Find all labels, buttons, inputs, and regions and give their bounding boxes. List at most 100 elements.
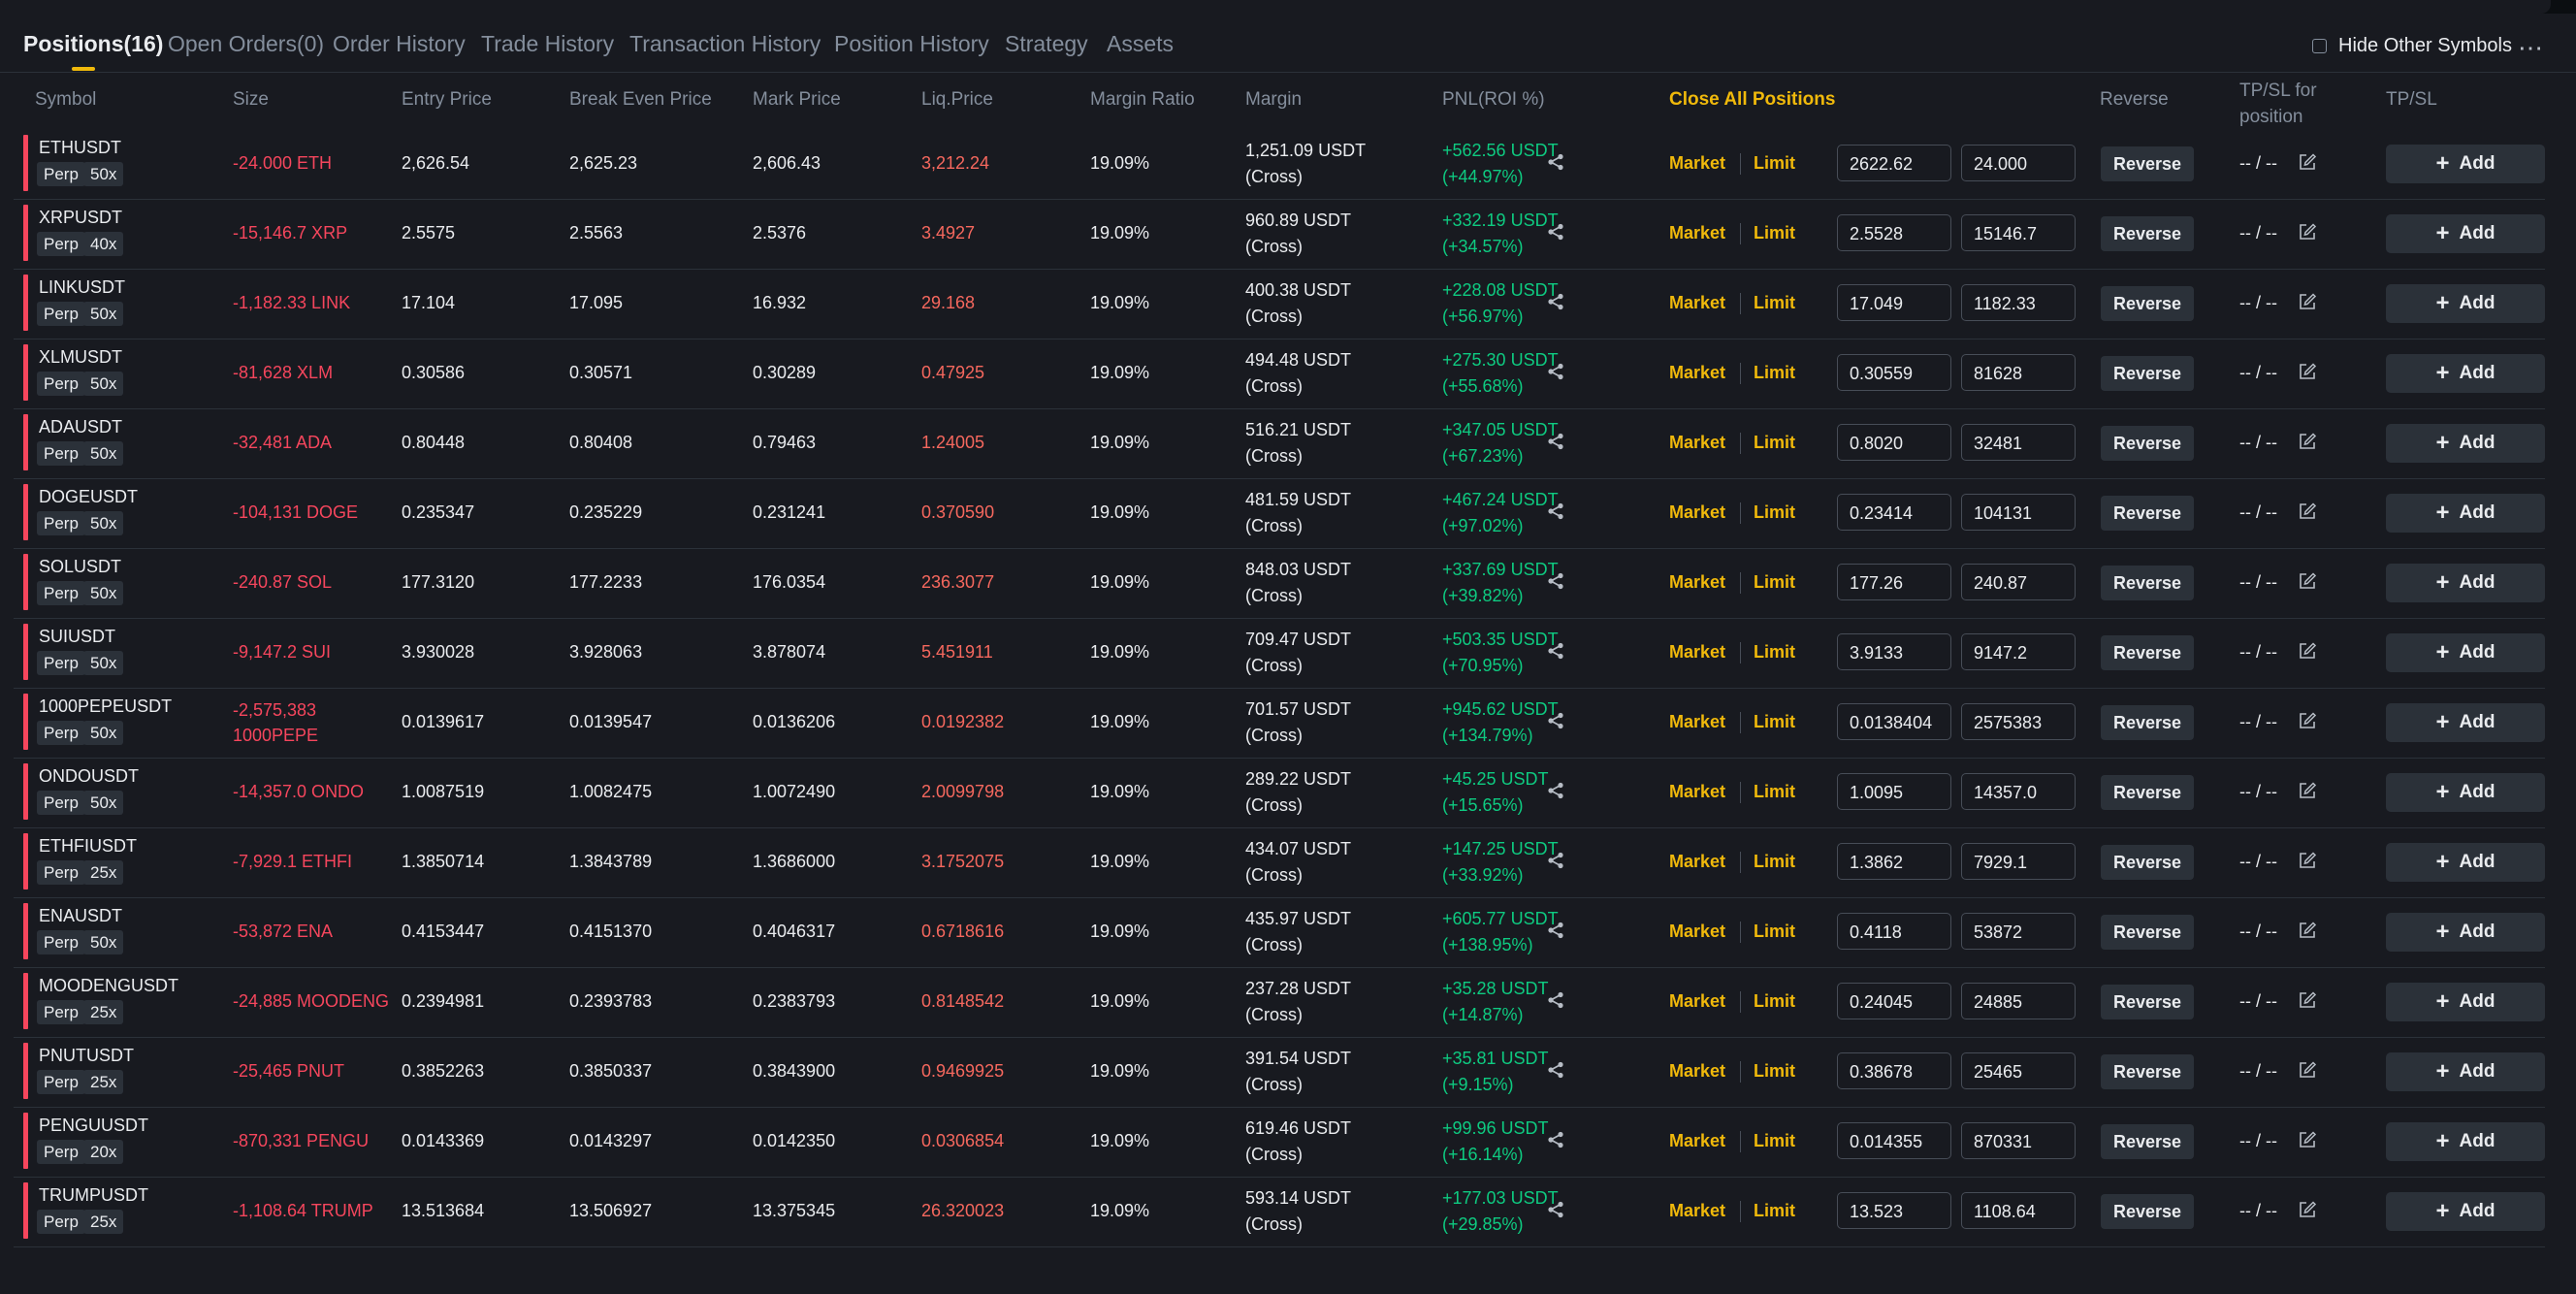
close-market-button[interactable]: Market [1669, 153, 1725, 174]
close-market-button[interactable]: Market [1669, 642, 1725, 663]
edit-icon[interactable] [2298, 222, 2317, 242]
tab-open-orders[interactable]: Open Orders(0) [168, 31, 324, 57]
add-tpsl-button[interactable]: + Add [2386, 773, 2545, 812]
close-market-button[interactable]: Market [1669, 502, 1725, 523]
close-limit-button[interactable]: Limit [1754, 991, 1795, 1012]
add-tpsl-button[interactable]: + Add [2386, 983, 2545, 1021]
reverse-button[interactable]: Reverse [2101, 146, 2194, 181]
edit-icon[interactable] [2298, 152, 2317, 172]
edit-icon[interactable] [2298, 641, 2317, 661]
symbol-name[interactable]: ONDOUSDT [39, 766, 139, 787]
close-quantity-input[interactable]: 1108.64 [1961, 1192, 2076, 1229]
edit-icon[interactable] [2298, 501, 2317, 521]
close-price-input[interactable]: 2622.62 [1837, 145, 1951, 181]
close-limit-button[interactable]: Limit [1754, 642, 1795, 663]
close-quantity-input[interactable]: 870331 [1961, 1122, 2076, 1159]
close-quantity-input[interactable]: 9147.2 [1961, 633, 2076, 670]
close-price-input[interactable]: 13.523 [1837, 1192, 1951, 1229]
share-icon[interactable] [1546, 851, 1565, 870]
close-price-input[interactable]: 0.0138404 [1837, 703, 1951, 740]
share-icon[interactable] [1546, 292, 1565, 311]
close-price-input[interactable]: 0.38678 [1837, 1052, 1951, 1089]
close-quantity-input[interactable]: 240.87 [1961, 564, 2076, 600]
close-limit-button[interactable]: Limit [1754, 223, 1795, 243]
leverage-badge[interactable]: 50x [83, 441, 124, 466]
symbol-name[interactable]: SOLUSDT [39, 557, 121, 577]
close-quantity-input[interactable]: 2575383 [1961, 703, 2076, 740]
close-limit-button[interactable]: Limit [1754, 572, 1795, 593]
tab-transaction-history[interactable]: Transaction History [629, 31, 821, 57]
tab-strategy[interactable]: Strategy [1005, 31, 1088, 57]
leverage-badge[interactable]: 25x [83, 1000, 124, 1024]
close-limit-button[interactable]: Limit [1754, 153, 1795, 174]
close-market-button[interactable]: Market [1669, 363, 1725, 383]
close-limit-button[interactable]: Limit [1754, 293, 1795, 313]
reverse-button[interactable]: Reverse [2101, 216, 2194, 251]
close-limit-button[interactable]: Limit [1754, 852, 1795, 872]
leverage-badge[interactable]: 25x [83, 1210, 124, 1234]
hide-other-symbols-toggle[interactable]: Hide Other Symbols [2312, 35, 2512, 57]
close-price-input[interactable]: 1.0095 [1837, 773, 1951, 810]
share-icon[interactable] [1546, 641, 1565, 661]
leverage-badge[interactable]: 50x [83, 511, 124, 535]
close-market-button[interactable]: Market [1669, 223, 1725, 243]
close-market-button[interactable]: Market [1669, 1201, 1725, 1221]
close-market-button[interactable]: Market [1669, 433, 1725, 453]
close-market-button[interactable]: Market [1669, 782, 1725, 802]
edit-icon[interactable] [2298, 921, 2317, 940]
share-icon[interactable] [1546, 222, 1565, 242]
share-icon[interactable] [1546, 1060, 1565, 1080]
share-icon[interactable] [1546, 432, 1565, 451]
share-icon[interactable] [1546, 990, 1565, 1010]
share-icon[interactable] [1546, 1200, 1565, 1219]
edit-icon[interactable] [2298, 1130, 2317, 1149]
reverse-button[interactable]: Reverse [2101, 915, 2194, 950]
leverage-badge[interactable]: 50x [83, 721, 124, 745]
close-price-input[interactable]: 0.4118 [1837, 913, 1951, 950]
add-tpsl-button[interactable]: + Add [2386, 145, 2545, 183]
close-quantity-input[interactable]: 24885 [1961, 983, 2076, 1019]
tab-position-history[interactable]: Position History [834, 31, 989, 57]
edit-icon[interactable] [2298, 292, 2317, 311]
close-limit-button[interactable]: Limit [1754, 1201, 1795, 1221]
share-icon[interactable] [1546, 152, 1565, 172]
symbol-name[interactable]: PNUTUSDT [39, 1046, 134, 1066]
hide-other-symbols-checkbox[interactable] [2312, 39, 2327, 53]
reverse-button[interactable]: Reverse [2101, 286, 2194, 321]
symbol-name[interactable]: ADAUSDT [39, 417, 122, 437]
close-quantity-input[interactable]: 81628 [1961, 354, 2076, 391]
close-price-input[interactable]: 1.3862 [1837, 843, 1951, 880]
close-market-button[interactable]: Market [1669, 293, 1725, 313]
close-market-button[interactable]: Market [1669, 1131, 1725, 1151]
close-market-button[interactable]: Market [1669, 852, 1725, 872]
add-tpsl-button[interactable]: + Add [2386, 843, 2545, 882]
more-horizontal-icon[interactable]: ⋯ [2518, 33, 2544, 63]
close-quantity-input[interactable]: 25465 [1961, 1052, 2076, 1089]
add-tpsl-button[interactable]: + Add [2386, 633, 2545, 672]
leverage-badge[interactable]: 50x [83, 791, 124, 815]
share-icon[interactable] [1546, 921, 1565, 940]
add-tpsl-button[interactable]: + Add [2386, 913, 2545, 952]
close-limit-button[interactable]: Limit [1754, 782, 1795, 802]
add-tpsl-button[interactable]: + Add [2386, 494, 2545, 533]
add-tpsl-button[interactable]: + Add [2386, 703, 2545, 742]
symbol-name[interactable]: XLMUSDT [39, 347, 122, 368]
tab-assets[interactable]: Assets [1107, 31, 1174, 57]
add-tpsl-button[interactable]: + Add [2386, 1052, 2545, 1091]
tab-order-history[interactable]: Order History [333, 31, 466, 57]
close-price-input[interactable]: 17.049 [1837, 284, 1951, 321]
add-tpsl-button[interactable]: + Add [2386, 354, 2545, 393]
share-icon[interactable] [1546, 1130, 1565, 1149]
close-limit-button[interactable]: Limit [1754, 502, 1795, 523]
close-price-input[interactable]: 0.014355 [1837, 1122, 1951, 1159]
close-limit-button[interactable]: Limit [1754, 363, 1795, 383]
close-limit-button[interactable]: Limit [1754, 922, 1795, 942]
close-market-button[interactable]: Market [1669, 712, 1725, 732]
symbol-name[interactable]: TRUMPUSDT [39, 1185, 148, 1206]
close-quantity-input[interactable]: 53872 [1961, 913, 2076, 950]
symbol-name[interactable]: MOODENGUSDT [39, 976, 178, 996]
reverse-button[interactable]: Reverse [2101, 705, 2194, 740]
close-price-input[interactable]: 2.5528 [1837, 214, 1951, 251]
leverage-badge[interactable]: 50x [83, 651, 124, 675]
edit-icon[interactable] [2298, 990, 2317, 1010]
